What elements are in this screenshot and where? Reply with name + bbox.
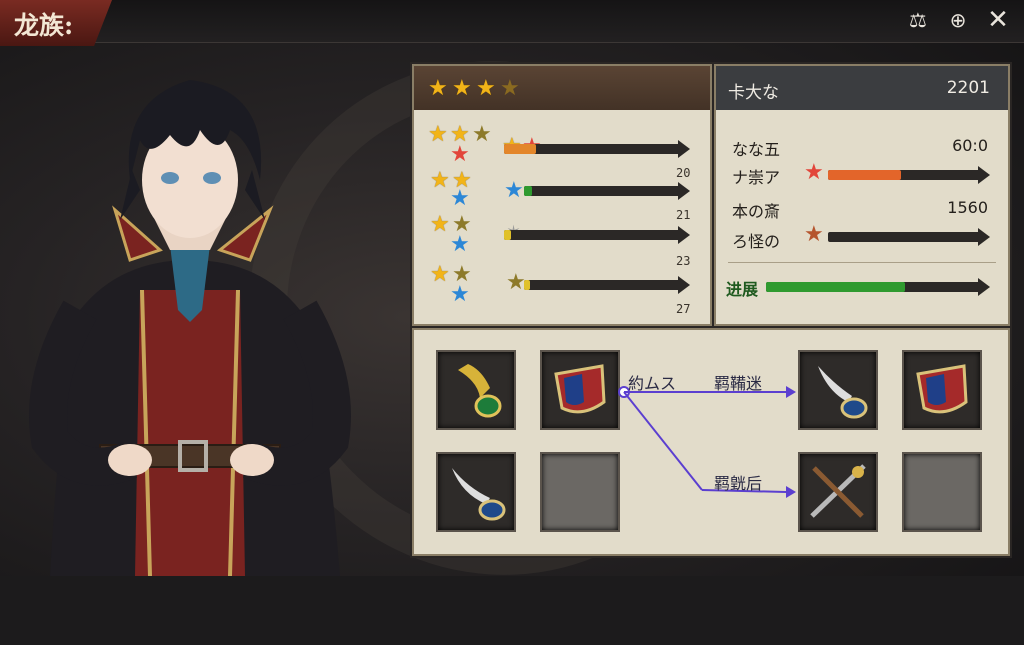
star-icon: ★	[804, 222, 824, 247]
divider	[728, 262, 996, 263]
star-icon: ★	[450, 142, 470, 167]
craft-source-label: 約ムス	[628, 374, 677, 393]
stat-label: ろ怪の	[732, 232, 781, 251]
rank-progress-fill	[524, 280, 531, 290]
crafting-panel: 約ムス 羁鞴迷 羁皝后	[412, 328, 1010, 556]
star-icon: ★	[428, 122, 448, 147]
stats-panel: 卡大な 2201 なな五 60:0 ナ崇ア ★ 本の斎 1560 ろ怪の ★ 进…	[714, 64, 1010, 326]
overall-progress-fill	[766, 282, 906, 292]
craft-target-bottom-label: 羁皝后	[714, 474, 763, 493]
star-icon: ★	[500, 76, 520, 101]
star-icon: ★	[504, 178, 524, 203]
close-icon[interactable]: ✕	[986, 7, 1010, 33]
craft-link-arrows	[618, 386, 796, 498]
star-icon: ★	[472, 122, 492, 147]
rank-panel-header: ★ ★ ★ ★	[414, 66, 710, 110]
stat-label: なな五	[732, 140, 781, 159]
stat-progress-bar	[828, 166, 990, 184]
star-icon: ★	[506, 270, 526, 295]
rank-progress-bar	[504, 226, 690, 244]
stat-label: ナ崇ア	[732, 168, 781, 187]
scale-icon[interactable]: ⚖	[906, 8, 930, 32]
overall-progress-bar	[766, 278, 990, 296]
rank-progress-bar	[524, 276, 690, 294]
rank-panel: ★ ★ ★ ★ ★ ★ ★ ★ ★ ★ 20 ★ ★ ★ ★ 21 ★ ★ ★ …	[412, 64, 712, 326]
rank-progress-fill	[504, 144, 536, 154]
rank-count: 20	[676, 166, 691, 180]
stat-value: 60:0	[952, 136, 988, 155]
star-icon: ★	[804, 160, 824, 185]
progress-label: 进展	[726, 280, 759, 299]
rank-progress-bar	[504, 140, 690, 158]
stat-progress-bar	[828, 228, 990, 246]
rank-progress-fill	[504, 230, 512, 240]
top-icon-group: ⚖ ⊕ ✕	[906, 7, 1010, 33]
stat-value: 1560	[947, 198, 988, 217]
rank-count: 23	[676, 254, 691, 268]
stats-panel-header: 卡大な 2201	[716, 66, 1008, 110]
star-icon: ★	[430, 212, 450, 237]
page-title: 龙族:	[14, 11, 74, 40]
stats-header-name: 卡大な	[728, 83, 779, 103]
rank-progress-bar	[524, 182, 690, 200]
rank-progress-fill	[524, 186, 532, 196]
star-icon: ★	[450, 186, 470, 211]
character-portrait	[29, 80, 351, 576]
star-icon: ★	[428, 76, 448, 101]
star-icon: ★	[450, 232, 470, 257]
star-icon: ★	[452, 76, 472, 101]
star-icon: ★	[430, 262, 450, 287]
craft-target-top-label: 羁鞴迷	[714, 374, 763, 393]
top-bar	[0, 0, 1024, 43]
rank-count: 27	[676, 302, 691, 316]
stats-header-value: 2201	[946, 78, 990, 98]
star-icon: ★	[476, 76, 496, 101]
stat-label: 本の斎	[732, 202, 781, 221]
rank-count: 21	[676, 208, 691, 222]
star-icon: ★	[430, 168, 450, 193]
stat-progress-fill	[828, 170, 901, 180]
star-icon: ★	[450, 282, 470, 307]
target-icon[interactable]: ⊕	[946, 8, 970, 32]
